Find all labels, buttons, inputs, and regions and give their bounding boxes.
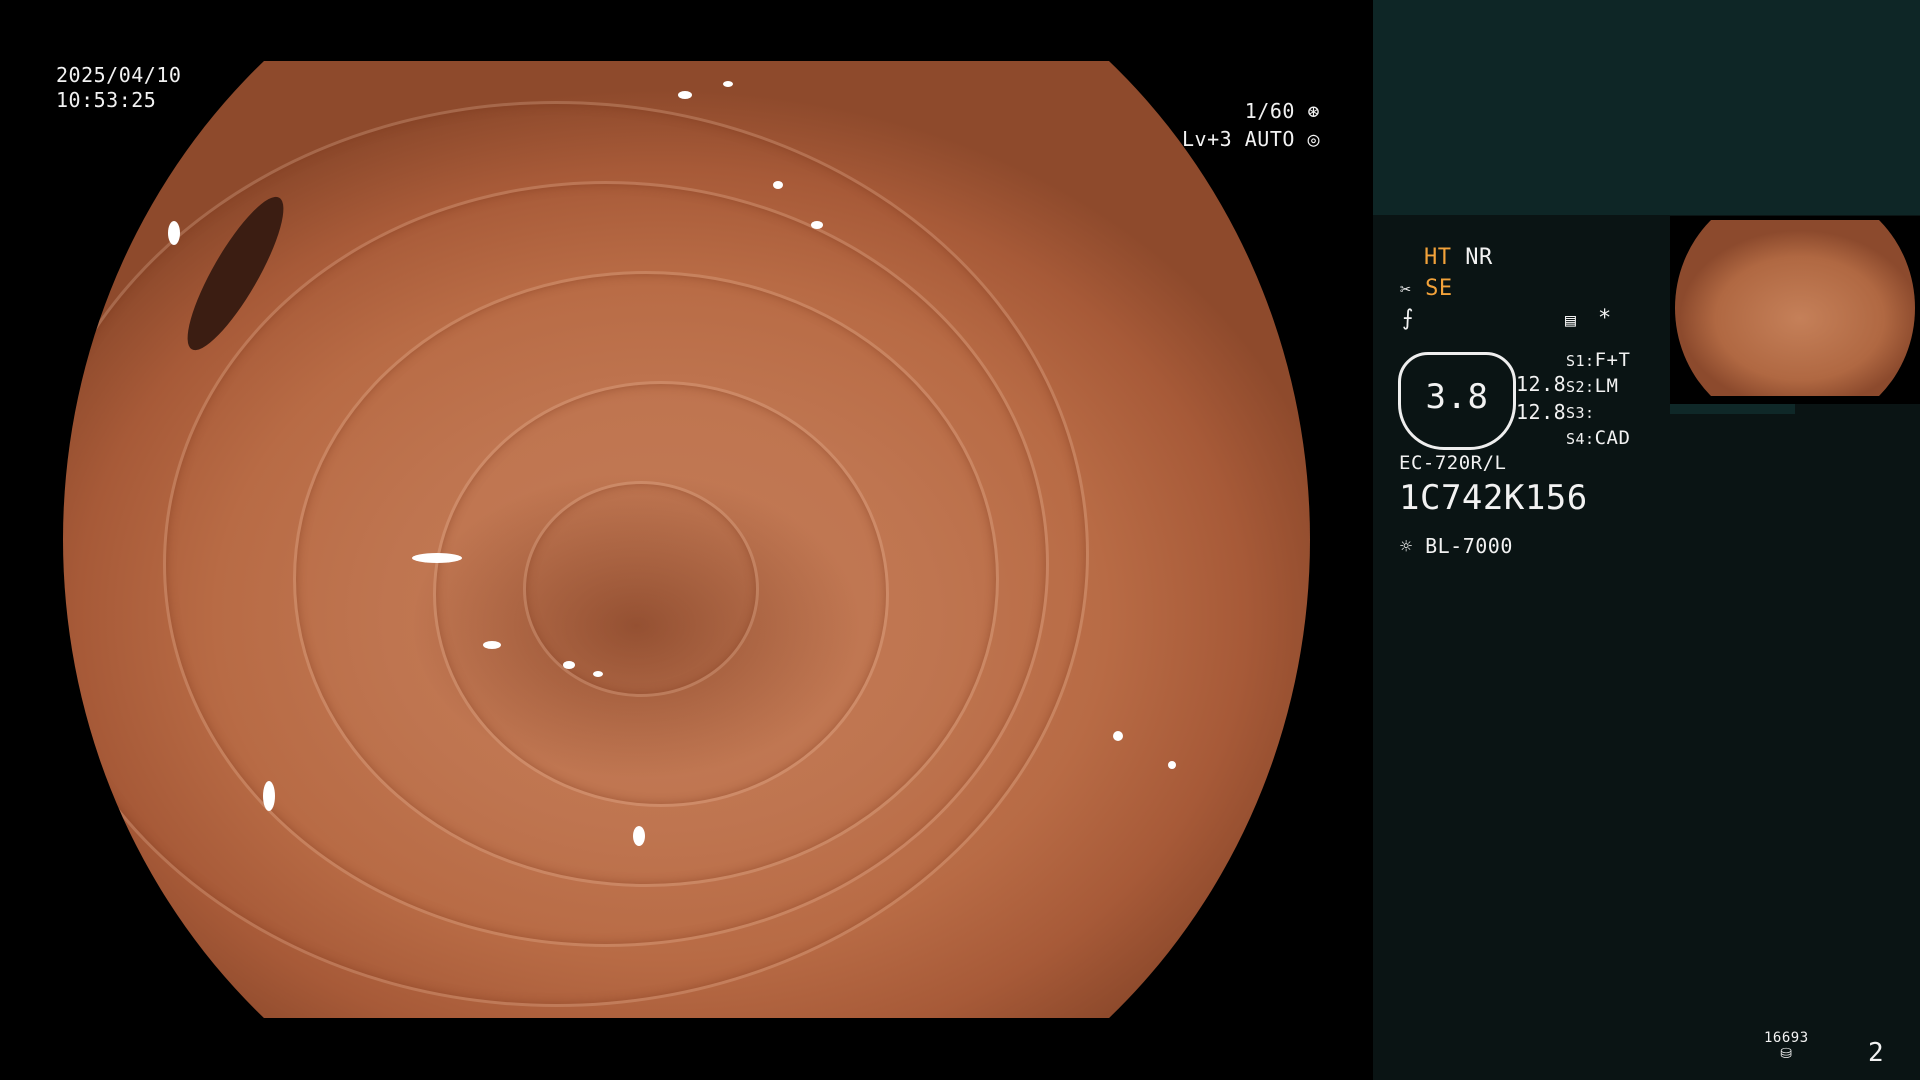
exposure-readout: Lv+3 AUTO ◎	[1175, 126, 1320, 152]
menu-icon: ▤	[1565, 310, 1577, 331]
value-list: 12.8 12.8	[1516, 370, 1566, 426]
switch-s1: S1:F+T	[1566, 349, 1631, 371]
sun-icon: ☼	[1400, 534, 1413, 558]
thumbnail-image	[1675, 220, 1915, 396]
switch-list: S1:F+T S2:LM S3: S4:CAD	[1566, 348, 1630, 452]
date-label: 2025/04/10	[56, 63, 182, 87]
date-time: 2025/04/10 10:53:25	[56, 63, 181, 113]
light-source-label: BL-7000	[1425, 534, 1513, 558]
endoscope-view	[63, 61, 1310, 1018]
thumbnail-preview[interactable]	[1670, 216, 1920, 404]
shutter-readout: 1/60 ⊛	[1195, 98, 1320, 124]
scope-model: EC-720R/L	[1399, 452, 1507, 474]
tool-icon: ⨍	[1402, 306, 1414, 331]
level-value: Lv+3	[1182, 127, 1233, 151]
image-number: 2	[1868, 1038, 1885, 1068]
disk-icon: ⛁	[1780, 1046, 1793, 1062]
auto-exposure-icon: ◎	[1307, 127, 1320, 151]
shutter-value: 1/60	[1244, 99, 1295, 123]
storage-count: 16693 ⛁	[1764, 1030, 1809, 1062]
se-row: ✂ SE	[1400, 276, 1453, 303]
value-1: 12.8	[1516, 372, 1567, 396]
aperture-icon: ⊛	[1307, 99, 1320, 123]
scissors-icon: ✂	[1400, 279, 1412, 300]
scope-serial: 1C742K156	[1399, 478, 1588, 518]
light-source-row: ☼ BL-7000	[1400, 533, 1513, 559]
ht-label: HT	[1424, 245, 1452, 270]
time-label: 10:53:25	[56, 88, 157, 112]
value-2: 12.8	[1516, 400, 1567, 424]
info-panel-header	[1373, 0, 1920, 215]
zoom-value: 3.8	[1425, 377, 1489, 417]
asterisk-label: *	[1598, 306, 1612, 331]
se-label: SE	[1425, 276, 1453, 301]
mode-value: AUTO	[1244, 127, 1295, 151]
switch-s2: S2:LM	[1566, 375, 1619, 397]
storage-count-label: 16693	[1764, 1030, 1809, 1046]
ht-nr-row: HT NR	[1424, 245, 1493, 271]
switch-s3: S3:	[1566, 404, 1595, 422]
thumbnail-bar	[1670, 404, 1795, 414]
switch-s4: S4:CAD	[1566, 427, 1631, 449]
nr-label: NR	[1465, 245, 1493, 270]
